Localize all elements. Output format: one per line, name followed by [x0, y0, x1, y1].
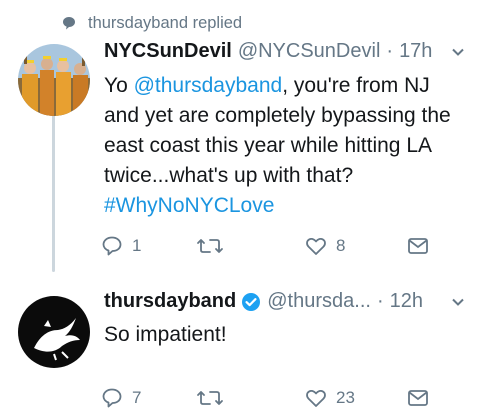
envelope-icon — [406, 386, 430, 410]
like-button[interactable]: 23 — [304, 386, 355, 410]
reply-icon — [100, 234, 124, 258]
reply-context: thursdayband replied — [62, 12, 242, 34]
reply-tweet-text: So impatient! — [104, 323, 227, 346]
message-button[interactable] — [406, 386, 430, 410]
chevron-down-icon[interactable] — [451, 45, 465, 59]
retweet-icon — [196, 234, 224, 258]
like-count: 23 — [336, 388, 355, 407]
reply-tweet-actions: 7 23 — [100, 386, 440, 412]
text-lead: Yo — [104, 74, 134, 97]
reply-count: 7 — [132, 388, 142, 407]
parent-tweet-actions: 1 8 — [100, 234, 440, 260]
parent-tweet-header: NYCSunDevil @NYCSunDevil · 17h — [104, 40, 465, 63]
retweet-button[interactable] — [196, 386, 232, 410]
reply-button[interactable]: 7 — [100, 386, 141, 410]
message-button[interactable] — [406, 234, 430, 258]
separator: · — [386, 40, 394, 62]
thread-line — [52, 112, 55, 272]
display-name[interactable]: thursdayband — [104, 290, 236, 313]
envelope-icon — [406, 234, 430, 258]
parent-tweet-text: Yo @thursdayband, you're from NJ and yet… — [104, 71, 464, 221]
timestamp[interactable]: 12h — [390, 290, 423, 313]
handle[interactable]: @NYCSunDevil — [238, 40, 381, 63]
reply-button[interactable]: 1 — [100, 234, 141, 258]
timestamp[interactable]: 17h — [399, 40, 432, 63]
reply-context-text: thursdayband replied — [88, 13, 243, 32]
avatar-thursdayband[interactable] — [18, 296, 90, 368]
reply-count: 1 — [132, 236, 142, 255]
retweet-icon — [196, 386, 224, 410]
hashtag-link[interactable]: #WhyNoNYCLove — [104, 194, 274, 217]
mention-link[interactable]: @thursdayband — [134, 74, 283, 97]
reply-tweet-header: thursdayband @thursda... · 12h — [104, 290, 465, 313]
chevron-down-icon[interactable] — [451, 295, 465, 309]
handle[interactable]: @thursda... — [267, 290, 371, 313]
speech-bubble-icon — [62, 16, 76, 30]
reply-icon — [100, 386, 124, 410]
separator: · — [376, 290, 384, 312]
display-name[interactable]: NYCSunDevil — [104, 40, 232, 63]
heart-icon — [304, 234, 328, 258]
heart-icon — [304, 386, 328, 410]
like-button[interactable]: 8 — [304, 234, 345, 258]
avatar-nycsundevil[interactable] — [18, 44, 90, 116]
verified-badge-icon — [241, 292, 261, 312]
like-count: 8 — [336, 236, 346, 255]
retweet-button[interactable] — [196, 234, 232, 258]
